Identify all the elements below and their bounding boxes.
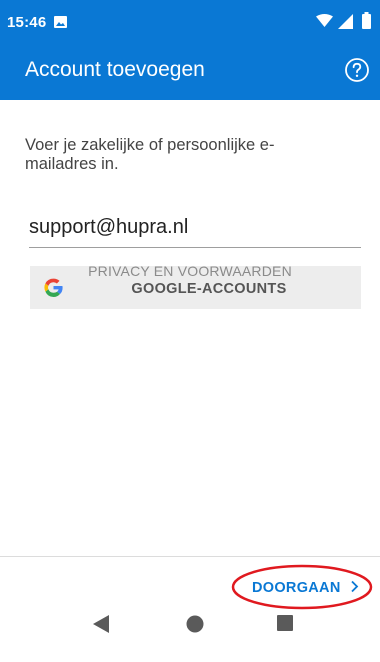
wifi-icon: [316, 14, 333, 32]
back-icon[interactable]: [93, 615, 109, 638]
status-time: 15:46: [7, 14, 47, 31]
home-icon[interactable]: [186, 615, 204, 638]
instruction-text: Voer je zakelijke of persoonlijke e-mail…: [25, 136, 275, 173]
battery-icon: [362, 12, 371, 34]
screen: 15:46 Account toevoegen Voer je zakelijk…: [0, 0, 380, 662]
privacy-link-label: PRIVACY EN VOORWAARDEN: [88, 263, 292, 279]
footer-divider: [0, 556, 380, 557]
status-bar: 15:46: [0, 0, 380, 42]
signal-icon: [338, 14, 353, 34]
help-circle-icon[interactable]: [344, 57, 370, 83]
navigation-bar: [0, 600, 380, 662]
image-notification-icon: [54, 15, 67, 33]
email-field[interactable]: [29, 208, 361, 248]
page-title: Account toevoegen: [25, 58, 205, 81]
app-bar: Account toevoegen: [0, 42, 380, 100]
google-button-label: GOOGLE-ACCOUNTS: [131, 281, 287, 297]
recents-icon[interactable]: [277, 615, 293, 636]
